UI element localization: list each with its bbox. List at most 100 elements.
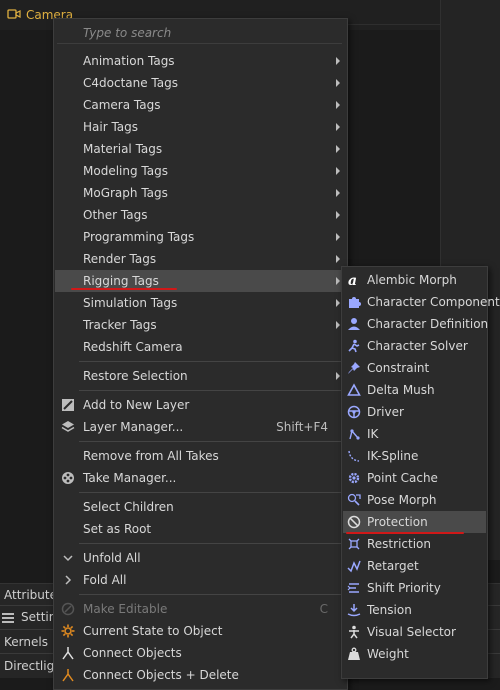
chevron-right-icon [336,255,340,263]
connect-icon [61,646,75,660]
chevron-right-icon [336,321,340,329]
menu-item-redshift-camera[interactable]: Redshift Camera [55,336,346,358]
connect-delete-icon [61,668,75,682]
chevron-right-icon [61,573,75,587]
submenu-item-pose-morph[interactable]: Pose Morph [343,489,486,511]
kernels-tab[interactable]: Kernels [4,635,48,649]
chevron-right-icon [336,167,340,175]
retarget-icon [347,559,361,573]
menu-item-camera-tags[interactable]: Camera Tags [55,94,346,116]
submenu-item-alembic-morph[interactable]: a Alembic Morph [343,269,486,291]
restriction-icon [347,537,361,551]
menu-item-unfold-all[interactable]: Unfold All [55,547,346,569]
submenu-item-visual-selector[interactable]: Visual Selector [343,621,486,643]
submenu-item-retarget[interactable]: Retarget [343,555,486,577]
tension-icon [347,603,361,617]
triangle-icon [347,383,361,397]
steering-wheel-icon [347,405,361,419]
chevron-down-icon [61,551,75,565]
submenu-item-ik[interactable]: IK [343,423,486,445]
menu-item-material-tags[interactable]: Material Tags [55,138,346,160]
sun-gear-icon [61,624,75,638]
chevron-right-icon [336,79,340,87]
menu-item-take-manager[interactable]: Take Manager... [55,467,346,489]
pose-morph-icon [347,493,361,507]
annotation-underline-rigging [71,288,177,290]
ik-chain-icon [347,427,361,441]
ik-spline-icon [347,449,361,463]
submenu-item-character-component[interactable]: Character Component [343,291,500,313]
no-entry-icon [347,515,361,529]
menu-item-c4doctane-tags[interactable]: C4doctane Tags [55,72,346,94]
chevron-right-icon [336,145,340,153]
menu-item-add-to-new-layer[interactable]: Add to New Layer [55,394,346,416]
menu-item-restore-selection[interactable]: Restore Selection [55,365,346,387]
menu-item-mograph-tags[interactable]: MoGraph Tags [55,182,346,204]
submenu-item-protection[interactable]: Protection [343,511,486,533]
shortcut-label: C [319,602,328,616]
gear-icon [347,471,361,485]
chevron-right-icon [336,299,340,307]
submenu-item-restriction[interactable]: Restriction [343,533,486,555]
layers-icon [61,420,75,434]
make-editable-icon [61,602,75,616]
submenu-item-character-definition[interactable]: Character Definition [343,313,488,335]
chevron-right-icon [336,211,340,219]
layer-add-icon [61,398,75,412]
figure-icon [347,625,361,639]
menu-item-fold-all[interactable]: Fold All [55,569,346,591]
priority-icon [347,581,361,595]
film-reel-icon [61,471,75,485]
submenu-item-character-solver[interactable]: Character Solver [343,335,486,357]
menu-divider [79,441,345,442]
shortcut-label: Shift+F4 [276,420,328,434]
menu-item-simulation-tags[interactable]: Simulation Tags [55,292,346,314]
submenu-item-driver[interactable]: Driver [343,401,486,423]
running-figure-icon [347,339,361,353]
chevron-right-icon [336,57,340,65]
menu-item-programming-tags[interactable]: Programming Tags [55,226,346,248]
rigging-tags-submenu: a Alembic Morph Character Component Char… [341,266,500,679]
menu-item-other-tags[interactable]: Other Tags [55,204,346,226]
chevron-right-icon [336,101,340,109]
menu-item-current-state-to-object[interactable]: Current State to Object [55,620,346,642]
menu-divider [79,492,345,493]
menu-item-modeling-tags[interactable]: Modeling Tags [55,160,346,182]
alembic-icon: a [347,273,361,287]
menu-item-make-editable: Make Editable C [55,598,346,620]
submenu-item-tension[interactable]: Tension [343,599,486,621]
menu-item-tracker-tags[interactable]: Tracker Tags [55,314,346,336]
menu-item-animation-tags[interactable]: Animation Tags [55,50,346,72]
menu-item-layer-manager[interactable]: Layer Manager... Shift+F4 [55,416,346,438]
submenu-item-weight[interactable]: Weight [343,643,486,665]
submenu-item-delta-mush[interactable]: Delta Mush [343,379,486,401]
menu-search-field[interactable]: Type to search [57,22,342,44]
submenu-item-shift-priority[interactable]: Shift Priority [343,577,486,599]
pin-icon [347,361,361,375]
menu-divider [79,390,345,391]
chevron-right-icon [336,123,340,131]
submenu-item-ik-spline[interactable]: IK-Spline [343,445,486,467]
menu-divider [79,361,345,362]
menu-item-connect-objects[interactable]: Connect Objects [55,642,346,664]
menu-item-hair-tags[interactable]: Hair Tags [55,116,346,138]
menu-item-remove-from-all-takes[interactable]: Remove from All Takes [55,445,346,467]
chevron-right-icon [336,189,340,197]
context-menu: Type to search Animation Tags C4doctane … [53,18,348,690]
submenu-item-constraint[interactable]: Constraint [343,357,486,379]
search-placeholder: Type to search [83,26,172,40]
menu-divider [79,543,345,544]
menu-item-select-children[interactable]: Select Children [55,496,346,518]
submenu-item-point-cache[interactable]: Point Cache [343,467,486,489]
puzzle-icon [347,295,361,309]
chevron-right-icon [336,372,340,380]
menu-item-set-as-root[interactable]: Set as Root [55,518,346,540]
svg-text:a: a [348,273,357,287]
weight-icon [347,647,361,661]
chevron-right-icon [336,233,340,241]
menu-divider [79,594,345,595]
hamburger-icon[interactable] [0,610,16,624]
menu-item-render-tags[interactable]: Render Tags [55,248,346,270]
chevron-right-icon [336,277,340,285]
menu-item-connect-objects-delete[interactable]: Connect Objects + Delete [55,664,346,686]
